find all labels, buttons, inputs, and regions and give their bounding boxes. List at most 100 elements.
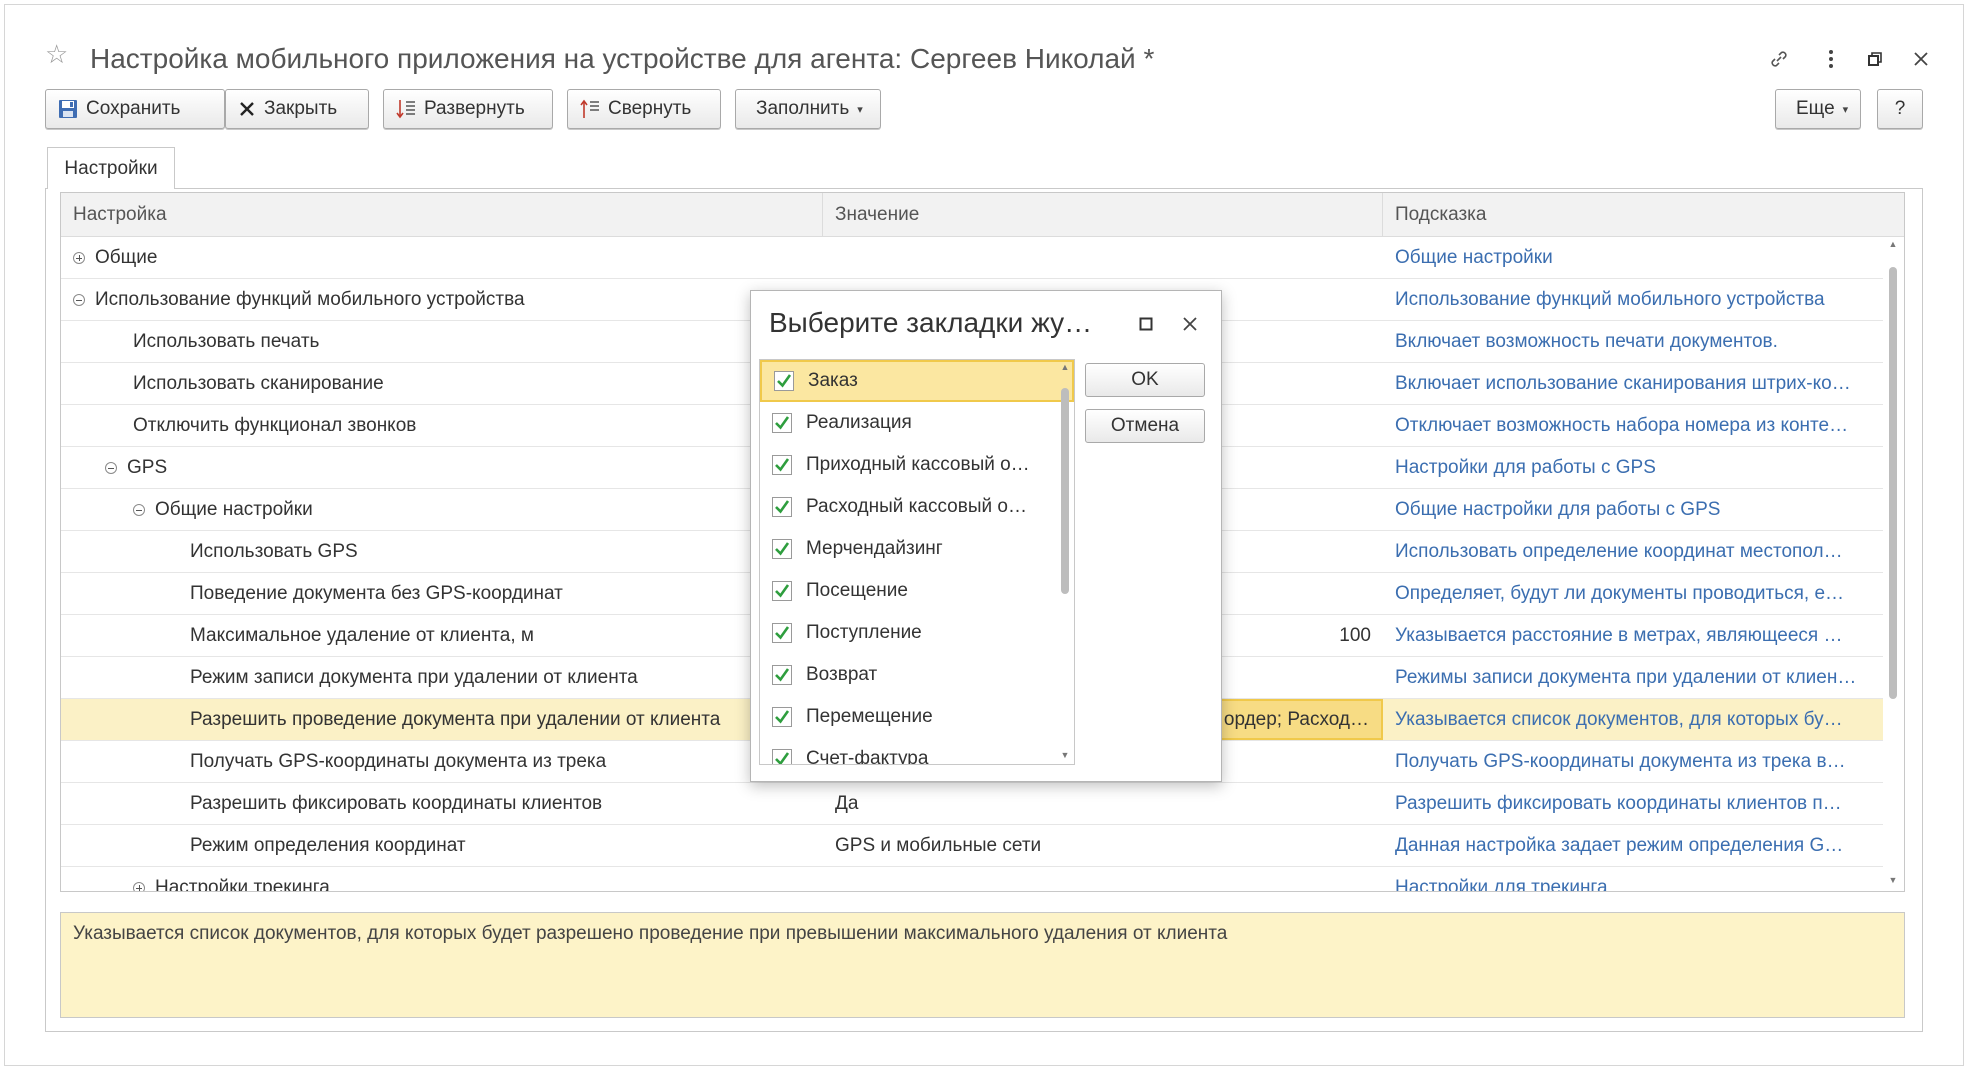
- maximize-icon[interactable]: [1133, 311, 1159, 337]
- table-row[interactable]: Режим определения координат GPS и мобиль…: [61, 825, 1883, 867]
- list-item[interactable]: Перемещение: [760, 696, 1074, 738]
- expand-icon[interactable]: [133, 881, 145, 891]
- checkbox-checked-icon[interactable]: [772, 455, 792, 475]
- close-button[interactable]: Закрыть: [225, 89, 369, 129]
- checkbox-checked-icon[interactable]: [772, 497, 792, 517]
- window-title: Настройка мобильного приложения на устро…: [90, 43, 1155, 74]
- setting-name: Режим определения координат: [190, 834, 466, 856]
- setting-description: Указывается список документов, для котор…: [60, 912, 1905, 1018]
- list-item[interactable]: Заказ: [760, 360, 1074, 402]
- column-header-hint[interactable]: Подсказка: [1383, 193, 1883, 237]
- checkbox-checked-icon[interactable]: [772, 623, 792, 643]
- ok-button[interactable]: OK: [1085, 363, 1205, 397]
- column-header-value[interactable]: Значение: [823, 193, 1383, 237]
- checkbox-checked-icon[interactable]: [772, 413, 792, 433]
- setting-name: Общие настройки: [155, 498, 313, 520]
- scroll-down-icon[interactable]: ▼: [1886, 875, 1900, 885]
- list-item[interactable]: Реализация: [760, 402, 1074, 444]
- restore-icon[interactable]: [1861, 45, 1889, 73]
- scroll-down-icon[interactable]: ▼: [1058, 750, 1072, 760]
- setting-hint: Использование функций мобильного устройс…: [1395, 288, 1825, 310]
- dialog-scrollbar[interactable]: ▲ ▼: [1058, 362, 1072, 760]
- setting-name: Поведение документа без GPS-координат: [190, 582, 563, 604]
- list-item-label: Счет-фактура: [806, 748, 929, 765]
- setting-name: Разрешить проведение документа при удале…: [190, 708, 721, 730]
- setting-name: GPS: [127, 456, 168, 478]
- checkbox-checked-icon[interactable]: [772, 749, 792, 764]
- table-row[interactable]: Разрешить фиксировать координаты клиенто…: [61, 783, 1883, 825]
- collapse-icon[interactable]: [105, 461, 117, 474]
- setting-name: Режим записи документа при удалении от к…: [190, 666, 638, 688]
- setting-name: Использовать GPS: [190, 540, 358, 562]
- setting-name: Общие: [95, 246, 158, 268]
- close-icon[interactable]: [1907, 45, 1935, 73]
- expand-icon[interactable]: [73, 251, 85, 264]
- fill-dropdown-button[interactable]: Заполнить ▾: [735, 89, 881, 129]
- setting-value[interactable]: Да: [823, 783, 1383, 824]
- setting-name: Использовать сканирование: [133, 372, 384, 394]
- column-header-setting[interactable]: Настройка: [61, 193, 823, 237]
- setting-hint: Данная настройка задает режим определени…: [1395, 834, 1844, 856]
- setting-hint: Включает возможность печати документов.: [1395, 330, 1778, 352]
- checkbox-checked-icon[interactable]: [772, 665, 792, 685]
- cancel-button[interactable]: Отмена: [1085, 409, 1205, 443]
- scroll-up-icon[interactable]: ▲: [1886, 239, 1900, 249]
- checkbox-checked-icon[interactable]: [772, 539, 792, 559]
- favorite-star-icon[interactable]: ☆: [45, 41, 68, 67]
- more-label: Еще: [1796, 98, 1835, 119]
- more-icon[interactable]: [1817, 45, 1845, 73]
- close-x-icon: [238, 100, 256, 118]
- setting-value[interactable]: [823, 867, 1383, 891]
- checkbox-checked-icon[interactable]: [772, 581, 792, 601]
- setting-hint: Указывается расстояние в метрах, являюще…: [1395, 624, 1843, 646]
- list-item[interactable]: Возврат: [760, 654, 1074, 696]
- collapse-icon[interactable]: [73, 293, 85, 306]
- title-bar: ☆ Настройка мобильного приложения на уст…: [5, 5, 1963, 77]
- save-button[interactable]: Сохранить: [45, 89, 225, 129]
- setting-hint: Отключает возможность набора номера из к…: [1395, 414, 1849, 436]
- scroll-up-icon[interactable]: ▲: [1058, 362, 1072, 372]
- setting-value[interactable]: [823, 237, 1383, 278]
- dialog-title: Выберите закладки жу…: [769, 307, 1093, 338]
- setting-hint: Определяет, будут ли документы проводить…: [1395, 582, 1845, 604]
- list-item[interactable]: Мерчендайзинг: [760, 528, 1074, 570]
- setting-name: Использовать печать: [133, 330, 320, 352]
- setting-value[interactable]: GPS и мобильные сети: [823, 825, 1383, 866]
- table-row[interactable]: Общие Общие настройки: [61, 237, 1883, 279]
- setting-hint: Указывается список документов, для котор…: [1395, 708, 1843, 730]
- scroll-thumb[interactable]: [1061, 388, 1069, 594]
- setting-hint: Общие настройки: [1395, 246, 1553, 268]
- setting-name: Разрешить фиксировать координаты клиенто…: [190, 792, 603, 814]
- setting-name: Максимальное удаление от клиента, м: [190, 624, 534, 646]
- list-item[interactable]: Посещение: [760, 570, 1074, 612]
- fill-label: Заполнить: [756, 98, 850, 119]
- table-row[interactable]: Настройки трекинга Настройки для трекинг…: [61, 867, 1883, 891]
- list-item-label: Реализация: [806, 412, 912, 433]
- setting-hint: Включает использование сканирования штри…: [1395, 372, 1851, 394]
- scroll-thumb[interactable]: [1889, 267, 1897, 699]
- list-item-label: Расходный кассовый о…: [806, 496, 1027, 517]
- expand-button[interactable]: Развернуть: [383, 89, 553, 129]
- list-item[interactable]: Поступление: [760, 612, 1074, 654]
- select-tabs-dialog: Выберите закладки жу… Заказ Реализация П…: [750, 290, 1222, 782]
- checkbox-checked-icon[interactable]: [774, 371, 794, 391]
- list-item-label: Приходный кассовый о…: [806, 454, 1030, 475]
- setting-name: Отключить функционал звонков: [133, 414, 417, 436]
- table-scrollbar[interactable]: ▲ ▼: [1886, 237, 1900, 887]
- chevron-down-icon: ▾: [857, 103, 863, 116]
- list-item[interactable]: Приходный кассовый о…: [760, 444, 1074, 486]
- checkbox-checked-icon[interactable]: [772, 707, 792, 727]
- collapse-icon[interactable]: [133, 503, 145, 516]
- expand-label: Развернуть: [424, 98, 525, 119]
- tab-settings[interactable]: Настройки: [47, 147, 175, 189]
- list-item[interactable]: Расходный кассовый о…: [760, 486, 1074, 528]
- toolbar: Сохранить Закрыть Развернуть Свернуть За…: [45, 89, 1963, 131]
- more-actions-button[interactable]: Еще ▾: [1775, 89, 1861, 129]
- list-item-label: Заказ: [808, 370, 858, 391]
- dialog-close-icon[interactable]: [1177, 311, 1203, 337]
- link-icon[interactable]: [1765, 45, 1793, 73]
- collapse-button[interactable]: Свернуть: [567, 89, 721, 129]
- list-item[interactable]: Счет-фактура: [760, 738, 1074, 765]
- close-label: Закрыть: [264, 98, 338, 119]
- help-button[interactable]: ?: [1877, 89, 1923, 129]
